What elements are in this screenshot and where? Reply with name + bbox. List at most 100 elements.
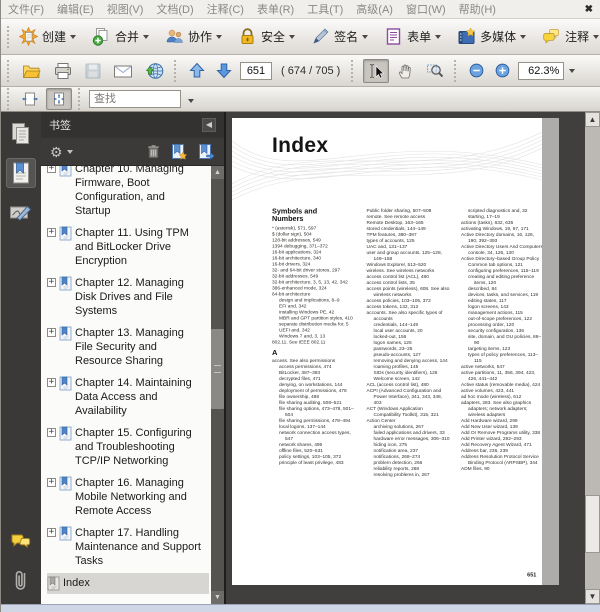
bookmark-item[interactable]: + Chapter 14. Maintaining Data Access an…	[47, 373, 209, 421]
combine-button[interactable]: 合并	[86, 25, 155, 48]
bookmarks-scrollbar[interactable]: ▲ ▼	[211, 166, 224, 604]
bookmark-item[interactable]: + Chapter 13. Managing File Security and…	[47, 323, 209, 371]
pages-panel-icon[interactable]	[6, 119, 36, 149]
page-number-input[interactable]	[240, 61, 272, 80]
zoom-out-button[interactable]	[466, 61, 487, 80]
forms-button[interactable]: 表单	[378, 25, 447, 48]
expander-plus-icon[interactable]: +	[47, 428, 56, 437]
bookmark-page-icon	[59, 476, 72, 491]
expander-plus-icon[interactable]: +	[47, 528, 56, 537]
create-icon	[19, 27, 38, 46]
scroll-up-icon[interactable]: ▲	[585, 112, 600, 127]
options-dropdown-icon[interactable]	[66, 149, 73, 154]
menu-item[interactable]: 帮助(H)	[459, 1, 496, 17]
bookmark-page-icon	[59, 276, 72, 291]
index-entry: ACPI (Advanced Configuration and Power I…	[366, 388, 443, 406]
find-dropdown-icon[interactable]	[185, 88, 197, 110]
zoom-dropdown-icon[interactable]	[569, 68, 576, 73]
collapse-panel-button[interactable]: ◀	[202, 118, 216, 132]
bookmark-item[interactable]: + Chapter 15. Configuring and Troublesho…	[47, 423, 209, 471]
expander-plus-icon[interactable]: +	[47, 478, 56, 487]
scroll-down-icon[interactable]: ▼	[211, 591, 224, 604]
scrollbar-thumb[interactable]	[585, 495, 600, 553]
previous-page-button[interactable]	[186, 60, 208, 81]
zoom-level-field[interactable]: 62.3%	[518, 61, 565, 80]
multimedia-button[interactable]: 多媒体	[451, 25, 532, 48]
menu-item[interactable]: 注释(C)	[207, 1, 244, 17]
fit-page-icon	[50, 91, 68, 107]
index-column-2: Public folder sharing, 507–508 remote. Se…	[367, 208, 451, 478]
new-bookmark-icon[interactable]	[170, 143, 188, 161]
bookmark-item[interactable]: + Chapter 12. Managing Disk Drives and F…	[47, 273, 209, 321]
open-file-button[interactable]	[19, 60, 45, 82]
bookmark-item[interactable]: + Chapter 16. Managing Mobile Networking…	[47, 473, 209, 521]
index-entry: types of policy preferences, 113–115	[468, 352, 539, 364]
scroll-down-icon[interactable]: ▼	[585, 589, 600, 604]
expander-plus-icon[interactable]: +	[47, 378, 56, 387]
comments-panel-icon[interactable]	[6, 527, 36, 557]
index-entry: Active Directory domains, 16, 126, 190, …	[461, 232, 535, 244]
bookmarks-panel-icon[interactable]	[6, 158, 36, 188]
comment-button[interactable]: 注释	[536, 25, 600, 48]
menu-item[interactable]: 文件(F)	[8, 1, 44, 17]
menu-item[interactable]: 视图(V)	[107, 1, 144, 17]
multimedia-icon	[457, 27, 476, 46]
print-button[interactable]	[50, 60, 76, 82]
publish-button[interactable]	[141, 59, 167, 82]
expand-current-bookmark-icon[interactable]	[197, 143, 215, 161]
scroll-up-icon[interactable]: ▲	[211, 166, 224, 179]
marquee-zoom-button[interactable]	[423, 60, 447, 82]
bookmark-item[interactable]: + Chapter 10. Managing Firmware, Boot Co…	[47, 166, 209, 221]
menu-item[interactable]: 窗口(W)	[406, 1, 446, 17]
bookmark-item[interactable]: + Chapter 11. Using TPM and BitLocker Dr…	[47, 223, 209, 271]
scrollbar-track[interactable]	[211, 409, 224, 591]
bookmark-label: Index	[63, 577, 90, 589]
expander-plus-icon[interactable]: +	[47, 166, 56, 173]
hand-tool-button[interactable]	[394, 60, 418, 82]
bookmarks-panel-header: 书签 ◀	[41, 112, 224, 138]
menu-item[interactable]: 文档(D)	[156, 1, 193, 17]
select-tool-button[interactable]	[363, 58, 390, 83]
zoom-in-button[interactable]	[492, 61, 513, 80]
app-toolbar: 创建 合并 协作 安全 签名 表单 多媒体 注释	[1, 19, 600, 55]
document-scrollbar[interactable]: ▲ ▼	[585, 112, 600, 604]
index-entry: ADM files, 90	[461, 466, 490, 472]
menu-item[interactable]: 编辑(E)	[57, 1, 94, 17]
options-gear-icon[interactable]: ⚙	[50, 145, 63, 159]
bookmark-label: Chapter 10. Managing Firmware, Boot Conf…	[75, 166, 184, 217]
navigation-rail	[1, 112, 41, 604]
scrollbar-thumb[interactable]	[211, 329, 224, 409]
collaborate-button[interactable]: 协作	[159, 25, 228, 48]
next-page-button[interactable]	[213, 60, 235, 81]
attachments-panel-icon[interactable]	[6, 566, 36, 596]
index-entry: site, domain, and OU policies, 88–90	[468, 334, 542, 346]
find-toolbar	[1, 87, 600, 112]
create-button[interactable]: 创建	[13, 25, 82, 48]
expander-plus-icon[interactable]: +	[47, 278, 56, 287]
scrollbar-track[interactable]	[585, 553, 600, 589]
bookmark-item[interactable]: + Chapter 17. Handling Maintenance and S…	[47, 523, 209, 571]
chevron-down-icon	[435, 34, 442, 39]
expander-plus-icon[interactable]: +	[47, 328, 56, 337]
page-up-icon	[189, 62, 205, 79]
chevron-down-icon	[362, 34, 369, 39]
menu-item[interactable]: 工具(T)	[307, 1, 343, 17]
fit-page-button[interactable]	[46, 88, 72, 110]
save-button[interactable]	[81, 60, 105, 82]
toolbar-grip	[351, 59, 354, 82]
email-button[interactable]	[110, 61, 136, 81]
menu-item[interactable]: 表单(R)	[257, 1, 294, 17]
menu-item[interactable]: 高级(A)	[356, 1, 393, 17]
index-entry: user and group accounts, 125–128, 149–15…	[366, 250, 442, 262]
delete-bookmark-icon[interactable]	[146, 143, 161, 160]
bookmark-item[interactable]: + Index	[47, 573, 209, 594]
expander-plus-icon[interactable]: +	[47, 228, 56, 237]
forms-button-label: 表单	[407, 30, 432, 44]
secure-button[interactable]: 安全	[232, 25, 301, 48]
toolbar-grip	[454, 59, 457, 82]
find-input[interactable]	[89, 90, 181, 108]
fit-width-button[interactable]	[18, 89, 42, 109]
sign-button[interactable]: 签名	[305, 25, 374, 48]
signatures-panel-icon[interactable]	[6, 197, 36, 227]
close-icon[interactable]: ✖	[585, 4, 593, 15]
